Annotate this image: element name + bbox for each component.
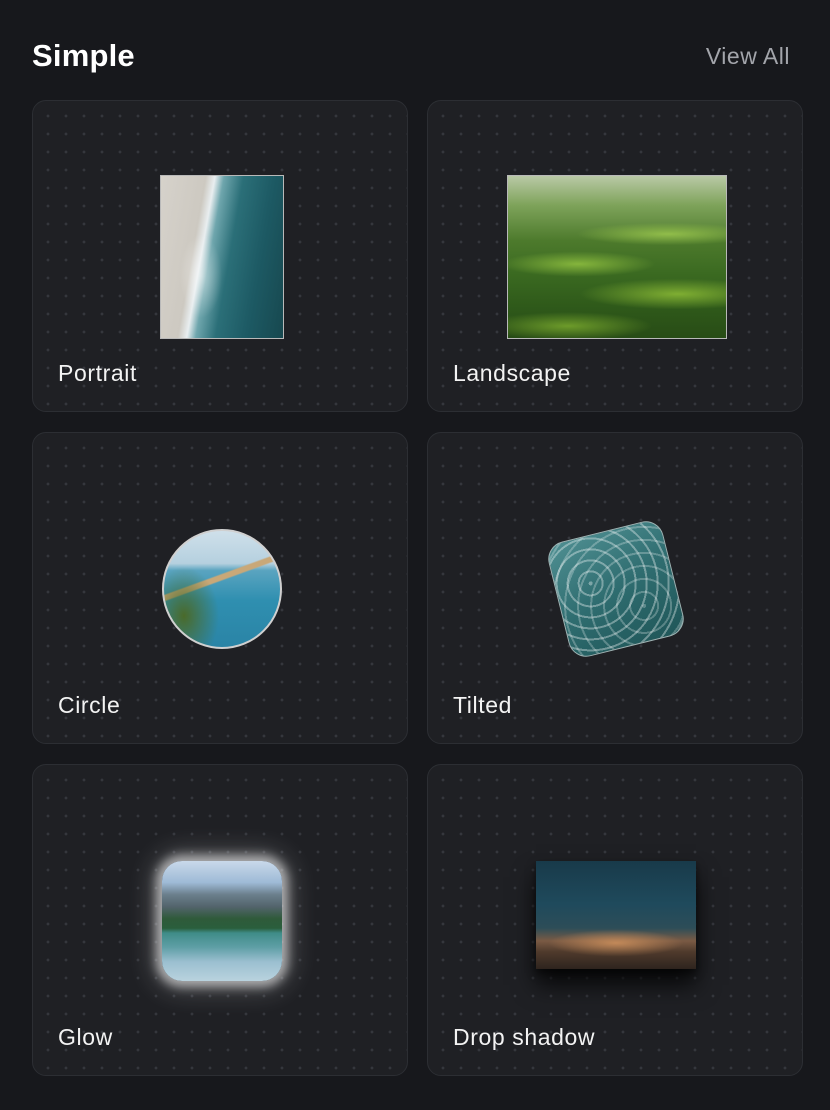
card-label: Drop shadow [453, 1024, 596, 1050]
drop-shadow-thumbnail [536, 861, 696, 969]
card-circle[interactable]: Circle [32, 432, 408, 744]
card-glow[interactable]: Glow [32, 764, 408, 1076]
card-label: Landscape [453, 360, 571, 386]
card-label: Tilted [453, 692, 512, 718]
landscape-thumbnail [507, 175, 727, 339]
card-portrait[interactable]: Portrait [32, 100, 408, 412]
tilted-thumbnail [544, 517, 688, 661]
card-drop-shadow[interactable]: Drop shadow [427, 764, 803, 1076]
section-header: Simple View All [32, 34, 790, 78]
card-landscape[interactable]: Landscape [427, 100, 803, 412]
view-all-link[interactable]: View All [706, 43, 790, 70]
circle-thumbnail [162, 529, 282, 649]
card-tilted[interactable]: Tilted [427, 432, 803, 744]
glow-thumbnail [162, 861, 282, 981]
card-label: Portrait [58, 360, 137, 386]
gallery-page: Simple View All Portrait Landscape Circl… [0, 0, 830, 1110]
card-label: Glow [58, 1024, 113, 1050]
card-label: Circle [58, 692, 121, 718]
section-title: Simple [32, 38, 135, 73]
portrait-thumbnail [160, 175, 284, 339]
